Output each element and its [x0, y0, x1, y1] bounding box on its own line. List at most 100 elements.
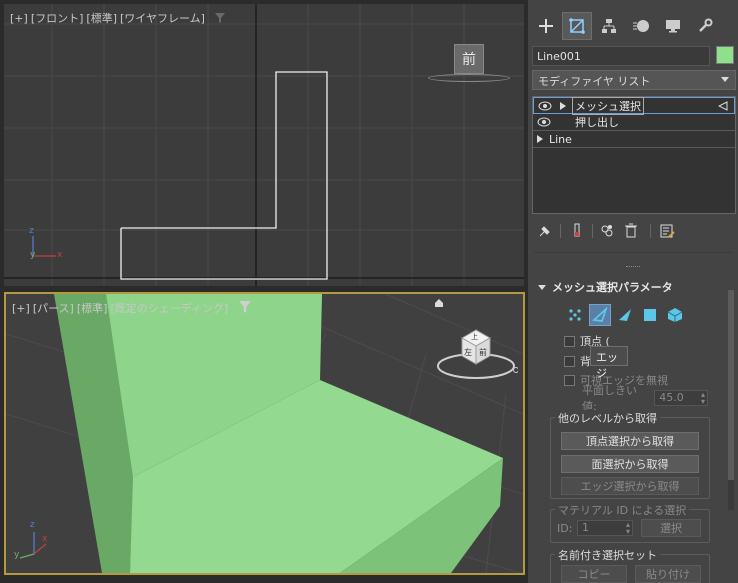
- viewcube-face-left: 左: [464, 348, 472, 357]
- checkbox-box[interactable]: [564, 335, 575, 347]
- resize-grip[interactable]: [626, 266, 640, 268]
- remove-modifier-button[interactable]: [622, 222, 640, 240]
- element-level-button[interactable]: [664, 304, 686, 326]
- filter-icon[interactable]: [238, 301, 251, 313]
- panel-scrollbar[interactable]: [728, 290, 734, 510]
- home-icon[interactable]: [434, 298, 444, 308]
- vertex-level-button[interactable]: [564, 304, 586, 326]
- planar-threshold-row: 平面しきい値: 45.0 ▴ ▾: [582, 384, 708, 413]
- front-viewport[interactable]: [+] [フロント] [標準] [ワイヤフレーム] z y x 前: [4, 4, 524, 286]
- tab-modify[interactable]: [562, 12, 592, 40]
- group-get-from-other-levels: 他のレベルから取得 頂点選択から取得 面選択から取得 エッジ選択から取得: [550, 410, 710, 499]
- checkbox-box[interactable]: [564, 355, 575, 367]
- spinner-arrows-icon[interactable]: ▴ ▾: [701, 391, 705, 406]
- axis-z-label: z: [29, 226, 34, 236]
- cursor-indicator-icon: [718, 101, 728, 111]
- configure-sets-button[interactable]: [658, 222, 676, 240]
- make-unique-button[interactable]: [598, 222, 616, 240]
- group-named-selection-sets: 名前付き選択セット コピー 貼り付け: [550, 547, 710, 583]
- edge-icon: [592, 307, 608, 322]
- vertex-icon: [569, 309, 581, 321]
- group-title: マテリアル ID による選択: [555, 502, 690, 518]
- show-end-result-button[interactable]: [568, 222, 586, 240]
- rollout-title: メッシュ選択パラメータ: [552, 281, 673, 294]
- unique-icon: [601, 225, 613, 237]
- stack-item-label: メッシュ選択: [572, 96, 644, 115]
- checkbox-by-vertex[interactable]: 頂点 (: [564, 334, 724, 348]
- polygon-icon: [644, 309, 656, 321]
- material-id-spinner[interactable]: 1 ▴ ▾: [577, 520, 633, 536]
- group-title: 他のレベルから取得: [555, 410, 660, 426]
- tab-display[interactable]: [658, 12, 688, 40]
- scrollbar-thumb[interactable]: [728, 290, 734, 480]
- element-icon: [667, 308, 683, 322]
- axis-y-label: y: [30, 250, 36, 260]
- subobject-level-icons: [564, 304, 694, 326]
- edge-level-button[interactable]: [589, 304, 611, 326]
- expand-arrow-icon[interactable]: [537, 135, 543, 143]
- viewcube-ring[interactable]: [428, 74, 510, 82]
- command-panel: モディファイヤ リスト メッシュ選択 押し出し Line メッシュ選択: [528, 0, 738, 583]
- stack-item-label: 押し出し: [575, 116, 619, 129]
- front-viewport-label[interactable]: [+] [フロント] [標準] [ワイヤフレーム]: [10, 10, 226, 26]
- group-title: 名前付き選択セット: [555, 547, 660, 563]
- viewcube-perspective[interactable]: 上 左 前: [436, 324, 518, 384]
- object-name-input[interactable]: [532, 46, 710, 66]
- group-select-by-material-id: マテリアル ID による選択 ID: 1 ▴ ▾ 選択: [550, 502, 710, 543]
- eye-icon[interactable]: [538, 101, 554, 111]
- face-icon: [619, 309, 631, 321]
- stack-item-line[interactable]: Line: [533, 131, 735, 148]
- edge-tooltip: エッジ: [590, 346, 628, 380]
- modifier-list-dropdown[interactable]: モディファイヤ リスト: [532, 70, 736, 90]
- pin-stack-button[interactable]: [536, 222, 554, 240]
- viewcube-front[interactable]: 前: [454, 44, 484, 74]
- get-from-vertex-button[interactable]: 頂点選択から取得: [561, 432, 699, 450]
- select-by-id-button[interactable]: 選択: [641, 519, 701, 537]
- wrench-icon: [699, 18, 713, 32]
- tab-motion[interactable]: [626, 12, 656, 40]
- axis-x-label: x: [57, 250, 63, 260]
- expand-arrow-icon[interactable]: [560, 101, 566, 110]
- configure-icon: [660, 224, 675, 238]
- material-id-value: 1: [582, 521, 589, 534]
- rollout-mesh-select-params[interactable]: メッシュ選択パラメータ: [532, 278, 732, 296]
- checkbox-box[interactable]: [564, 374, 575, 386]
- paste-button[interactable]: 貼り付け: [635, 565, 701, 583]
- face-level-button[interactable]: [614, 304, 636, 326]
- stack-item-extrude[interactable]: 押し出し: [533, 114, 735, 131]
- stack-item-mesh-select[interactable]: メッシュ選択: [533, 96, 735, 115]
- hierarchy-icon: [602, 19, 616, 33]
- perspective-viewport[interactable]: [+] [パース] [標準] [既定のシェーディング] 上 左 前 z x y: [4, 292, 525, 575]
- modify-icon: [569, 18, 585, 34]
- get-from-edge-button[interactable]: エッジ選択から取得: [561, 477, 699, 495]
- checkbox-ignore-backfacing[interactable]: 背: [564, 354, 724, 368]
- plus-icon: [539, 19, 553, 33]
- tab-utilities[interactable]: [690, 12, 720, 40]
- command-panel-tabs: [528, 8, 738, 44]
- panel-divider: [534, 252, 732, 253]
- front-grid: [4, 4, 524, 286]
- polygon-level-button[interactable]: [639, 304, 661, 326]
- eye-icon[interactable]: [537, 117, 553, 127]
- stack-item-label: Line: [549, 132, 572, 146]
- spinner-arrows-icon[interactable]: ▴ ▾: [626, 521, 630, 536]
- stack-toolbar: [534, 222, 734, 242]
- trash-icon: [625, 223, 637, 238]
- viewcube-front-face: 前: [462, 52, 476, 68]
- modifier-list-label: モディファイヤ リスト: [538, 75, 651, 88]
- filter-icon[interactable]: [215, 13, 226, 23]
- object-color-swatch[interactable]: [716, 46, 734, 64]
- display-icon: [666, 20, 680, 33]
- motion-icon: [633, 20, 649, 32]
- copy-button[interactable]: コピー: [561, 565, 627, 583]
- chevron-down-icon: [721, 77, 729, 82]
- planar-threshold-spinner[interactable]: 45.0 ▴ ▾: [654, 390, 708, 406]
- persp-viewport-label[interactable]: [+] [パース] [標準] [既定のシェーディング]: [12, 300, 251, 316]
- modifier-stack[interactable]: メッシュ選択 押し出し Line: [532, 96, 736, 214]
- tab-hierarchy[interactable]: [594, 12, 624, 40]
- get-from-face-button[interactable]: 面選択から取得: [561, 455, 699, 473]
- planar-threshold-value: 45.0: [659, 391, 684, 404]
- line-shape-wireframe: [120, 71, 328, 280]
- end-result-icon: [574, 223, 580, 237]
- tab-create[interactable]: [531, 12, 561, 40]
